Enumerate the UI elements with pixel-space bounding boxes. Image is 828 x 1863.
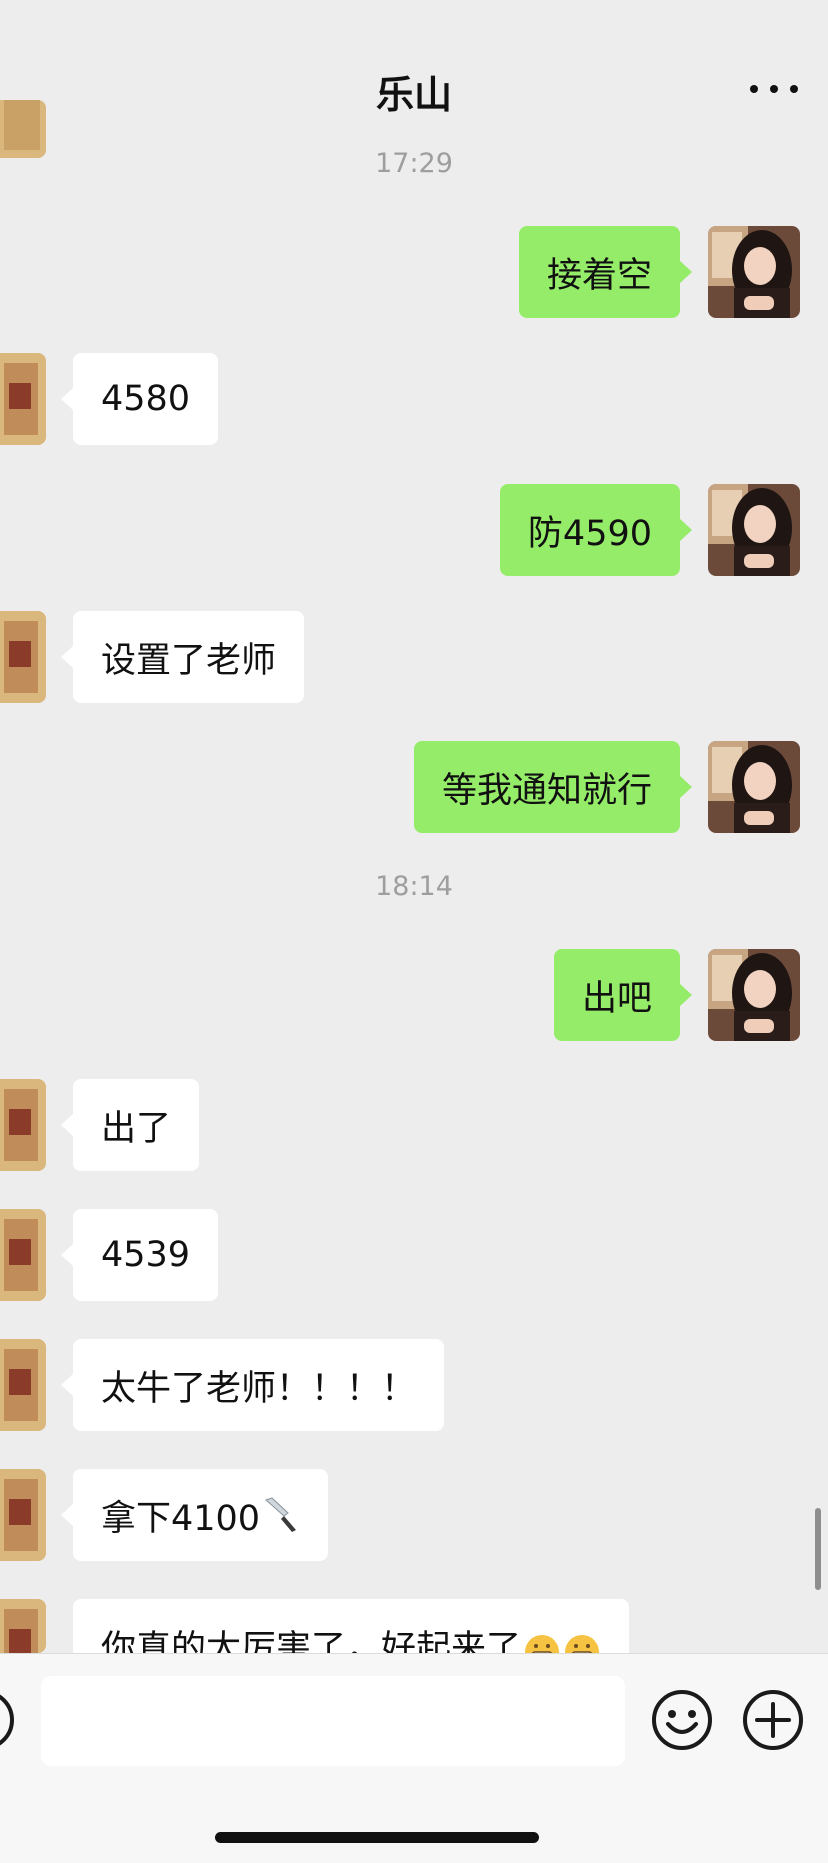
message-text: 4539 (101, 1235, 191, 1275)
contact-avatar[interactable] (0, 1079, 46, 1171)
home-indicator (215, 1832, 539, 1843)
message-text: 出吧 (581, 978, 652, 1019)
message-timestamp: 18:14 (375, 871, 453, 902)
message-bubble-sent[interactable]: 接着空 (518, 226, 693, 318)
more-dots-icon[interactable] (750, 82, 798, 96)
message-text: 太牛了老师！！！！ (101, 1368, 417, 1409)
message-text: 你真的太厉害了，好起来了 (101, 1629, 522, 1653)
contact-avatar[interactable] (0, 1209, 46, 1301)
message-bubble-received[interactable]: 太牛了老师！！！！ (60, 1339, 445, 1431)
message-bubble-sent[interactable]: 等我通知就行 (413, 741, 693, 833)
message-text: 等我通知就行 (441, 770, 652, 811)
message-bubble-received[interactable]: 出了 (60, 1079, 200, 1171)
message-text: 4580 (101, 379, 191, 419)
chat-screen: 乐山 17:29 接着空 4580 防4590 设置了老师 等我通知就行 18:… (0, 0, 828, 1863)
voice-icon[interactable] (0, 1690, 14, 1750)
self-avatar[interactable] (708, 741, 800, 833)
message-text: 出了 (101, 1108, 172, 1149)
contact-avatar[interactable] (0, 1339, 46, 1431)
message-text: 拿下4100 (101, 1498, 261, 1539)
chat-header: 乐山 (0, 0, 828, 142)
message-bubble-received[interactable]: 你真的太厉害了，好起来了 (73, 1599, 630, 1653)
message-bubble-received[interactable]: 拿下4100 (60, 1469, 329, 1561)
self-avatar[interactable] (708, 949, 800, 1041)
message-bubble-received[interactable]: 设置了老师 (60, 611, 305, 703)
scrollbar-thumb[interactable] (815, 1508, 821, 1590)
message-input[interactable] (41, 1676, 625, 1766)
message-bubble-sent[interactable]: 出吧 (553, 949, 693, 1041)
message-timestamp: 17:29 (375, 148, 453, 179)
self-avatar[interactable] (708, 484, 800, 576)
contact-avatar[interactable] (0, 353, 46, 445)
contact-avatar[interactable] (0, 1599, 46, 1653)
message-bubble-sent[interactable]: 防4590 (499, 484, 693, 576)
grinning-face-icon (521, 1633, 601, 1653)
message-text: 设置了老师 (101, 640, 277, 681)
contact-avatar[interactable] (0, 1469, 46, 1561)
plus-icon[interactable] (741, 1688, 805, 1752)
chat-title: 乐山 (375, 73, 452, 117)
message-bubble-received[interactable]: 4580 (60, 353, 219, 445)
message-text: 接着空 (546, 255, 652, 296)
message-bubble-received[interactable]: 4539 (60, 1209, 219, 1301)
smiley-icon[interactable] (650, 1688, 714, 1752)
message-text: 防4590 (527, 513, 652, 554)
contact-avatar[interactable] (0, 611, 46, 703)
chat-input-bar (0, 1653, 828, 1863)
kitchen-knife-icon (265, 1497, 297, 1532)
self-avatar[interactable] (708, 226, 800, 318)
